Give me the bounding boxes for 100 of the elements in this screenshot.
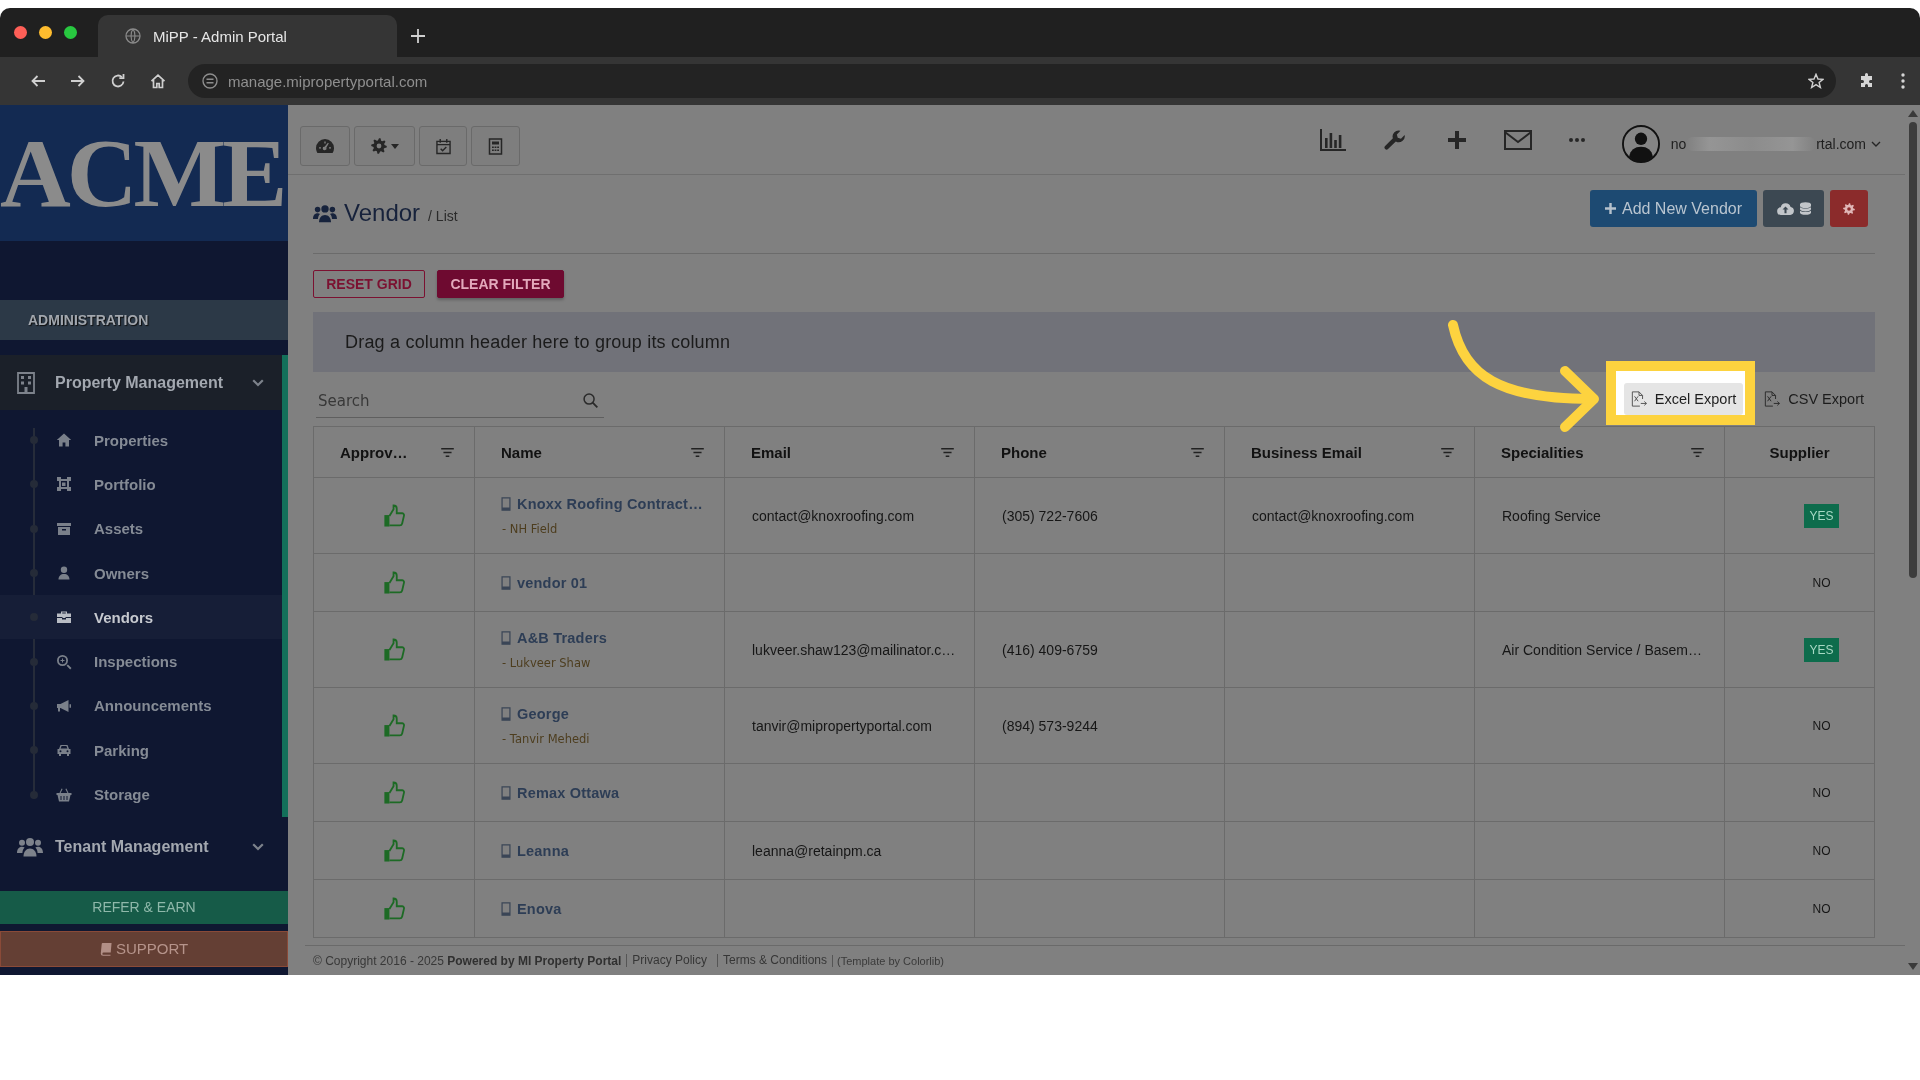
reload-icon[interactable] [110,73,126,89]
logo: ACME [0,105,288,241]
export-button[interactable]: CSV Export [1757,383,1871,415]
settings-button[interactable] [1830,190,1868,227]
footer-link[interactable]: Privacy Policy [626,954,712,967]
column-header[interactable]: Supplier [1725,427,1874,477]
filter-icon[interactable] [1191,447,1204,457]
nav-group[interactable]: Property Management [0,355,282,410]
close-button[interactable] [14,26,27,39]
calendar-button[interactable] [419,126,467,166]
reset-grid-button[interactable]: RESET GRID [313,270,425,298]
vendor-name[interactable]: Enova [517,900,562,917]
filter-icon[interactable] [1691,447,1704,457]
speedometer-icon [316,139,334,153]
vendor-name[interactable]: Remax Ottawa [517,784,620,801]
vendor-name[interactable]: vendor 01 [517,574,588,591]
users-icon [17,837,43,858]
filter-icon[interactable] [941,447,954,457]
table-cell: Air Condition Service / Basem… [1475,612,1725,687]
clear-filter-button[interactable]: CLEAR FILTER [437,270,564,298]
calculator-button[interactable] [471,126,520,166]
tablet-icon [501,575,511,590]
column-header[interactable]: Approv… [314,427,475,477]
cloud-upload-icon [1776,202,1794,215]
vendor-name[interactable]: A&B Traders [517,629,608,646]
globe-icon [125,28,141,44]
refer-button[interactable]: REFER & EARN [0,890,288,924]
column-header[interactable]: Phone [975,427,1225,477]
site-info-icon[interactable] [202,73,218,89]
column-header[interactable]: Business Email [1225,427,1475,477]
gear-icon [1843,202,1855,215]
new-tab-icon[interactable] [411,29,425,43]
status-text: NO [1812,901,1831,916]
minimize-button[interactable] [39,26,52,39]
table-cell: (894) 573-9244 [975,688,1225,763]
users-icon [313,203,337,223]
dashboard-button[interactable] [300,126,350,166]
search-field[interactable]: Search [316,384,604,418]
address-field[interactable]: manage.mipropertyportal.com [188,64,1836,98]
thumbs-up-icon[interactable] [383,503,405,528]
user-email[interactable]: rtal.com [1816,135,1866,152]
export-button[interactable]: Excel Export [1623,383,1744,415]
vendor-name[interactable]: George [517,705,569,722]
home-icon [56,432,72,449]
nav-item[interactable]: Assets [0,506,282,551]
chevron-down-icon[interactable] [1871,140,1881,147]
filter-icon[interactable] [1441,447,1454,457]
upload-button[interactable] [1763,190,1824,227]
status-badge: YES [1804,637,1839,662]
footer-link[interactable]: Terms & Conditions [717,954,833,967]
nav-item[interactable]: Announcements [0,683,282,729]
nav-group[interactable]: Tenant Management [0,819,282,875]
thumbs-up-icon[interactable] [383,637,405,662]
forward-icon[interactable] [70,73,86,89]
thumbs-up-icon[interactable] [383,896,405,921]
status-text: NO [1812,843,1831,858]
puzzle-icon[interactable] [1859,73,1875,89]
column-header[interactable]: Name [475,427,725,477]
column-header[interactable]: Specialities [1475,427,1725,477]
table-cell: tanvir@mipropertyportal.com [725,688,975,763]
more-icon[interactable] [1568,137,1585,142]
nav-item[interactable]: Storage [0,772,282,817]
wrench-icon[interactable] [1383,128,1406,151]
nav-item[interactable]: Properties [0,418,282,463]
envelope-icon[interactable] [1503,129,1532,150]
column-header[interactable]: Email [725,427,975,477]
filter-icon[interactable] [691,447,704,457]
car-icon [56,742,72,759]
nav-item[interactable]: Inspections [0,639,282,684]
search-icon[interactable] [583,393,598,408]
building-icon [17,371,35,394]
star-icon[interactable] [1808,73,1824,89]
settings-menu-button[interactable] [354,126,415,166]
back-icon[interactable] [30,73,46,89]
thumbs-up-icon[interactable] [383,570,405,595]
vendor-name[interactable]: Leanna [517,842,569,859]
browser-tab[interactable]: MiPP - Admin Portal [98,15,397,57]
file-export-icon [1764,391,1781,407]
table-cell: contact@knoxroofing.com [725,478,975,553]
thumbs-up-icon[interactable] [383,713,405,738]
bar-chart-icon[interactable] [1319,128,1346,151]
nav-item[interactable]: Portfolio [0,462,282,507]
thumbs-up-icon[interactable] [383,780,405,805]
avatar-icon[interactable] [1621,124,1660,163]
user-email[interactable]: no [1670,135,1687,152]
nav-item[interactable]: Parking [0,728,282,773]
vendor-name[interactable]: Knoxx Roofing Contract… [517,495,703,512]
home-icon[interactable] [150,73,166,89]
plus-icon[interactable] [1447,130,1466,149]
nav-item[interactable]: Vendors [0,595,282,640]
menu-icon[interactable] [1901,73,1905,89]
thumbs-up-icon[interactable] [383,838,405,863]
maximize-button[interactable] [64,26,77,39]
support-button[interactable]: SUPPORT [0,930,288,967]
table-cell: leanna@retainpm.ca [725,822,975,879]
plus-icon [1604,203,1616,214]
table-cell: (416) 409-6759 [975,612,1225,687]
nav-item[interactable]: Owners [0,550,282,596]
filter-icon[interactable] [441,447,454,457]
add-vendor-button[interactable]: Add New Vendor [1590,190,1757,227]
